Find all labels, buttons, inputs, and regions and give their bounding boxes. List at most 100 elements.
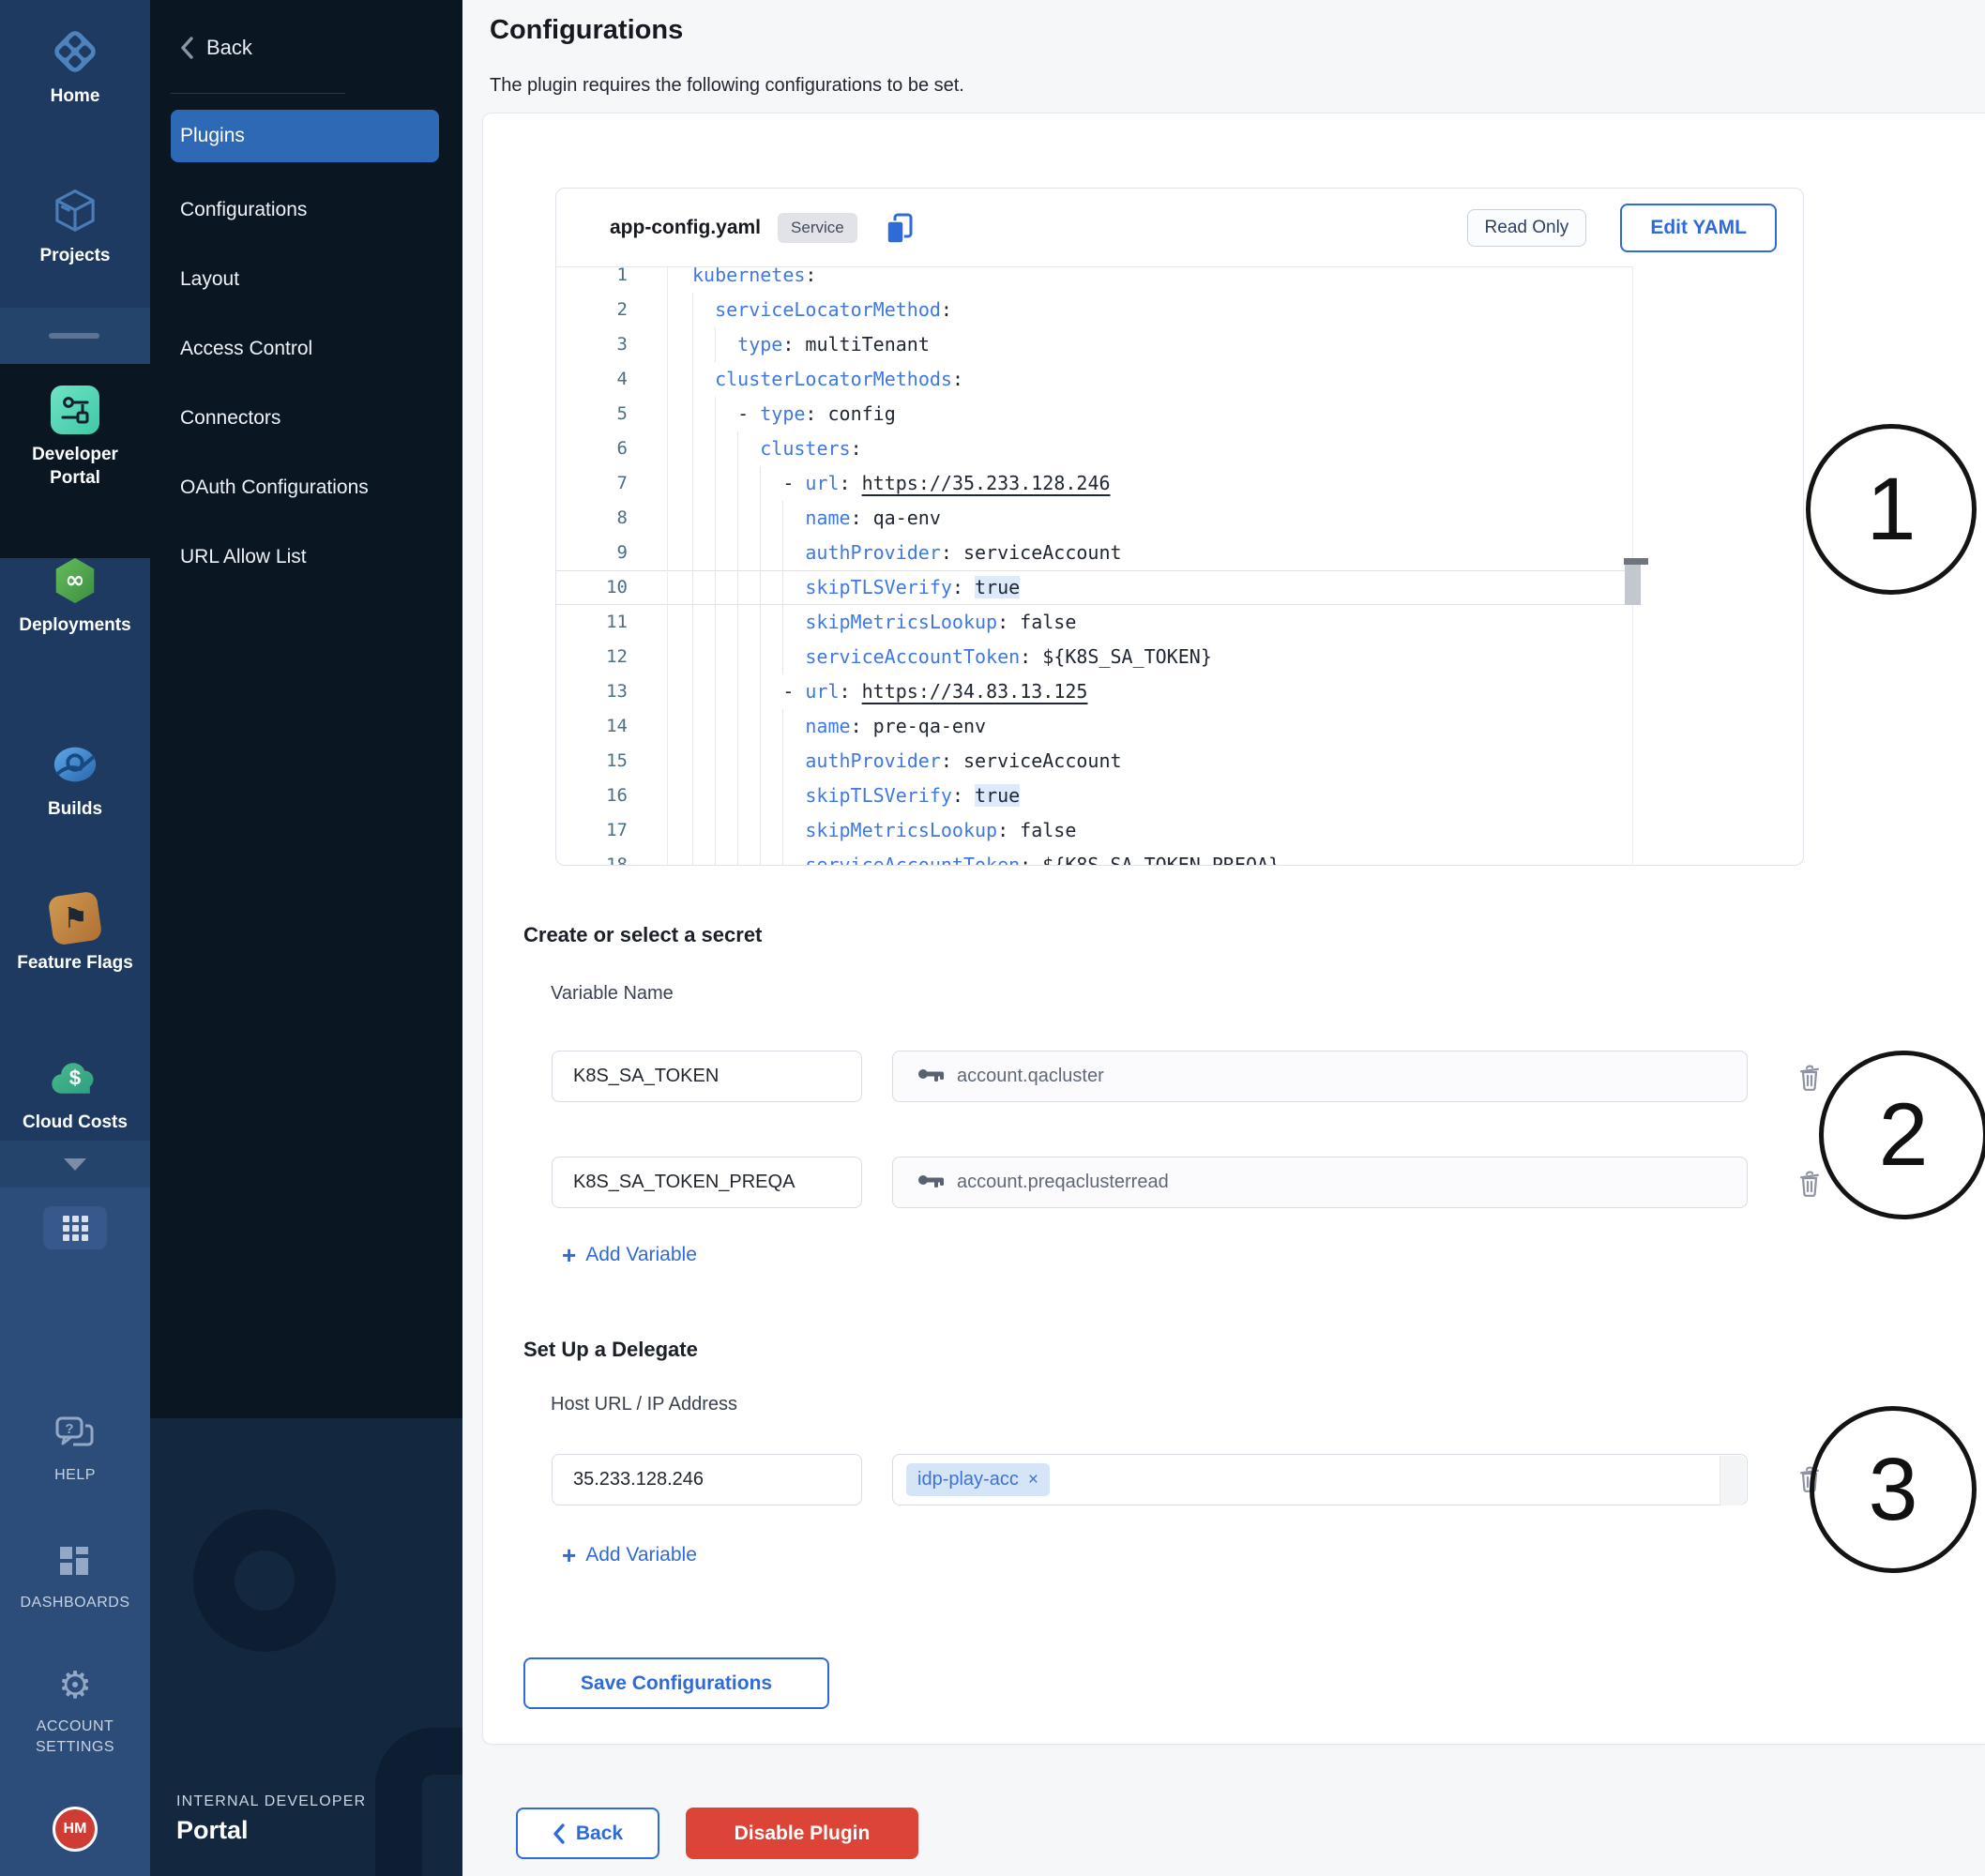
- sidebar-module-developer-portal[interactable]: DeveloperPortal: [0, 385, 150, 490]
- disable-plugin-button[interactable]: Disable Plugin: [686, 1808, 918, 1859]
- sidebar-utility-label: ACCOUNTSETTINGS: [0, 1717, 150, 1758]
- back-link[interactable]: Back: [178, 36, 252, 60]
- sidebar-utility-dashboards[interactable]: DASHBOARDS: [0, 1536, 150, 1613]
- svg-text:$: $: [69, 1066, 82, 1089]
- decorative-square: [375, 1728, 462, 1876]
- sidebar-module-cloud-costs[interactable]: $Cloud Costs: [0, 1052, 150, 1134]
- sidebar-item-label: OAuth Configurations: [180, 477, 369, 499]
- line-number: 7: [556, 466, 628, 501]
- sidebar-module-home[interactable]: Home: [0, 26, 150, 108]
- sidebar-item-connectors[interactable]: Connectors: [150, 398, 462, 439]
- add-variable-label: Add Variable: [585, 1244, 697, 1266]
- code-line-16: 16 skipTLSVerify: true: [556, 779, 1633, 813]
- annotation-circle-3: 3: [1810, 1406, 1977, 1573]
- sidebar-section-low: [0, 1188, 150, 1876]
- apps-grid-icon: [63, 1216, 88, 1241]
- code-scrollbar-thumb[interactable]: [1625, 564, 1641, 605]
- delete-row-button[interactable]: [1796, 1062, 1824, 1092]
- page-title: Configurations: [490, 15, 683, 46]
- sidebar-footer-panel: INTERNAL DEVELOPER Portal: [150, 1418, 462, 1876]
- save-configurations-button[interactable]: Save Configurations: [523, 1657, 829, 1709]
- code-line-content: - type: config: [667, 397, 896, 431]
- sidebar-item-layout[interactable]: Layout: [150, 259, 462, 300]
- secret-value: account.preqaclusterread: [957, 1172, 1169, 1193]
- delete-row-button[interactable]: [1796, 1168, 1824, 1198]
- code-line-content: skipMetricsLookup: false: [667, 813, 1076, 848]
- sidebar-utility-account-settings[interactable]: ⚙ACCOUNTSETTINGS: [0, 1660, 150, 1758]
- remove-tag-icon[interactable]: ×: [1028, 1470, 1038, 1490]
- code-line-6: 6 clusters:: [556, 431, 1633, 466]
- delegate-heading: Set Up a Delegate: [523, 1338, 698, 1362]
- secret-value: account.qacluster: [957, 1066, 1104, 1087]
- code-line-content: name: qa-env: [667, 501, 941, 536]
- sidebar-module-projects[interactable]: Projects: [0, 186, 150, 267]
- annotation-circle-2: 2: [1819, 1051, 1985, 1219]
- copy-icon[interactable]: [882, 210, 917, 246]
- code-line-1: 1kubernetes:: [556, 266, 1633, 293]
- code-line-content: clusterLocatorMethods:: [667, 362, 963, 397]
- delegate-tags-input[interactable]: idp-play-acc×: [892, 1454, 1748, 1505]
- code-line-17: 17 skipMetricsLookup: false: [556, 813, 1633, 848]
- annotation-circle-1: 1: [1806, 424, 1977, 595]
- chevron-down-icon[interactable]: [64, 1158, 86, 1171]
- page-subtitle: The plugin requires the following config…: [490, 75, 964, 97]
- apps-grid-button[interactable]: [43, 1206, 107, 1249]
- back-button-label: Back: [576, 1823, 623, 1845]
- sidebar-resize-handle[interactable]: [49, 333, 99, 339]
- line-number: 8: [556, 501, 628, 536]
- secret-row: K8S_SA_TOKEN account.qacluster: [552, 1051, 1846, 1102]
- avatar[interactable]: HM: [53, 1807, 98, 1852]
- variable-name-input[interactable]: K8S_SA_TOKEN: [552, 1051, 862, 1102]
- host-url-input[interactable]: 35.233.128.246: [552, 1454, 862, 1505]
- add-variable-label: Add Variable: [585, 1544, 697, 1566]
- code-line-13: 13 - url: https://34.83.13.125: [556, 674, 1633, 709]
- code-line-2: 2 serviceLocatorMethod:: [556, 293, 1633, 327]
- sidebar-module-deployments[interactable]: ∞Deployments: [0, 555, 150, 637]
- edit-yaml-button[interactable]: Edit YAML: [1620, 204, 1777, 252]
- sidebar-item-configurations[interactable]: Configurations: [150, 189, 462, 231]
- sidebar-module-builds[interactable]: Builds: [0, 739, 150, 821]
- code-line-12: 12 serviceAccountToken: ${K8S_SA_TOKEN}: [556, 640, 1633, 674]
- secret-select-field[interactable]: account.qacluster: [892, 1051, 1748, 1102]
- yaml-editor-card: app-config.yaml Service Read Only Edit Y…: [555, 188, 1804, 866]
- add-variable-button-secrets[interactable]: + Add Variable: [562, 1244, 697, 1266]
- sidebar-item-label: Configurations: [180, 199, 307, 221]
- code-line-content: - url: https://35.233.128.246: [667, 466, 1111, 501]
- decorative-ring: [193, 1509, 336, 1652]
- sidebar-item-oauth-configurations[interactable]: OAuth Configurations: [150, 467, 462, 508]
- code-line-3: 3 type: multiTenant: [556, 327, 1633, 362]
- host-url-label: Host URL / IP Address: [551, 1394, 737, 1415]
- key-icon: [916, 1063, 946, 1090]
- flag-icon: ⚑: [50, 893, 100, 944]
- footer-eyebrow: INTERNAL DEVELOPER: [176, 1793, 366, 1810]
- variable-name-input[interactable]: K8S_SA_TOKEN_PREQA: [552, 1157, 862, 1208]
- sidebar-module-feature-flags[interactable]: ⚑Feature Flags: [0, 893, 150, 975]
- sidebar-item-access-control[interactable]: Access Control: [150, 328, 462, 370]
- grid-tiles-icon: [50, 1536, 100, 1587]
- sidebar-item-plugins[interactable]: Plugins: [171, 110, 439, 162]
- sidebar-utility-help[interactable]: ?HELP: [0, 1409, 150, 1486]
- code-line-14: 14 name: pre-qa-env: [556, 709, 1633, 744]
- add-variable-button-delegate[interactable]: + Add Variable: [562, 1544, 697, 1566]
- line-number: 5: [556, 397, 628, 431]
- read-only-badge: Read Only: [1467, 209, 1587, 247]
- planet-icon: [50, 739, 100, 790]
- code-line-content: clusters:: [667, 431, 862, 466]
- sidebar-item-label: Connectors: [180, 407, 280, 430]
- code-line-content: - url: https://34.83.13.125: [667, 674, 1087, 709]
- code-line-content: skipMetricsLookup: false: [667, 605, 1076, 640]
- sidebar-item-label: Layout: [180, 268, 239, 291]
- line-number: 18: [556, 848, 628, 866]
- tags-input-expander[interactable]: [1720, 1456, 1746, 1505]
- back-link-label: Back: [206, 36, 252, 60]
- sidebar-item-url-allow-list[interactable]: URL Allow List: [150, 537, 462, 578]
- cloud-dollar-icon: $: [50, 1052, 100, 1103]
- line-number: 17: [556, 813, 628, 848]
- secret-select-field[interactable]: account.preqaclusterread: [892, 1157, 1748, 1208]
- sidebar-item-label: URL Allow List: [180, 546, 307, 568]
- sidebar-module-label: Projects: [0, 244, 150, 267]
- code-line-10: 10 skipTLSVerify: true: [556, 570, 1633, 605]
- divider: [171, 93, 345, 94]
- back-button[interactable]: Back: [516, 1808, 659, 1859]
- line-number: 6: [556, 431, 628, 466]
